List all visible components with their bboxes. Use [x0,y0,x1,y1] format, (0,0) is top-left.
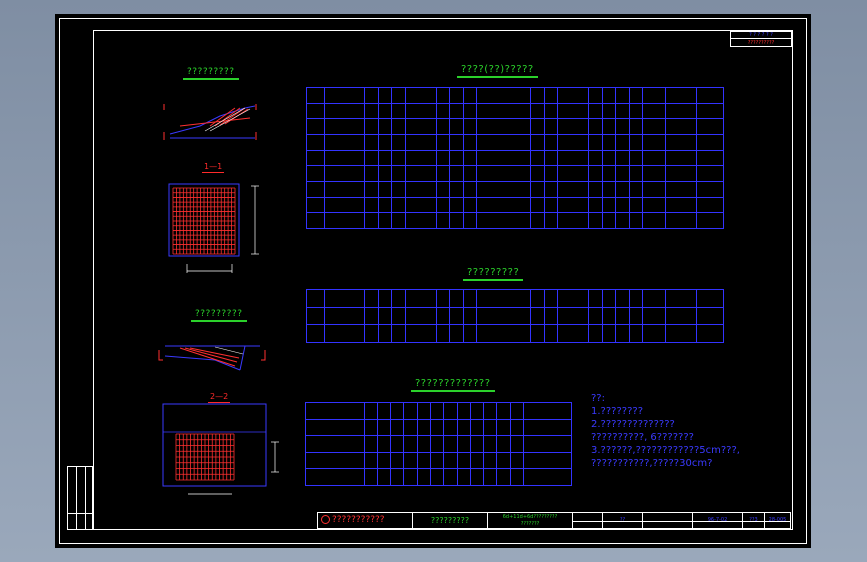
company-logo-icon [321,515,330,524]
title-project: ????????? [413,513,488,528]
notes-line-3: ??????????, 6??????? [591,432,694,443]
revision-block [67,466,93,530]
table-1-title: ????(??)????? [457,64,538,78]
table-3 [305,402,572,486]
section-1-1-drawing [168,183,259,273]
table-1 [306,87,725,229]
section-1-1-title: 1—1 [201,162,225,173]
notes-line-2: 2.?????????????? [591,419,675,430]
corner-line-2: ?????????? [747,40,775,46]
drawing-sheet: ? ? ? ? ? ? ?????????? ????????? 1—1 ???… [55,14,811,548]
notes-block: ??: 1.???????? 2.?????????????? ????????… [591,392,740,470]
title-block: ??????????? ????????? 6d+11d+6d?????????… [317,512,791,529]
title-drawing-name: 6d+11d+6d????????? ??????? [488,513,573,528]
table-2 [306,289,725,343]
table-3-title: ????????????? [411,378,494,392]
drawing-a-title: ????????? [183,67,238,80]
corner-line-1: ? ? ? ? ? ? [731,32,791,39]
section-2-2-title: 2—2 [207,392,231,403]
drawing-b-elevation [158,345,266,371]
table-2-title: ????????? [462,267,524,281]
notes-line-4: 3.??????,????????????5cm???, [591,445,740,456]
notes-line-1: 1.???????? [591,406,644,417]
notes-line-0: ??: [591,393,605,404]
corner-title-box: ? ? ? ? ? ? ?????????? [730,31,792,47]
notes-line-5: ???????????,?????30cm? [591,458,713,469]
drawing-a-elevation [163,104,257,140]
drawing-b-title: ????????? [191,309,246,322]
section-2-2-drawing [162,403,279,495]
title-company: ??????????? [318,513,413,528]
